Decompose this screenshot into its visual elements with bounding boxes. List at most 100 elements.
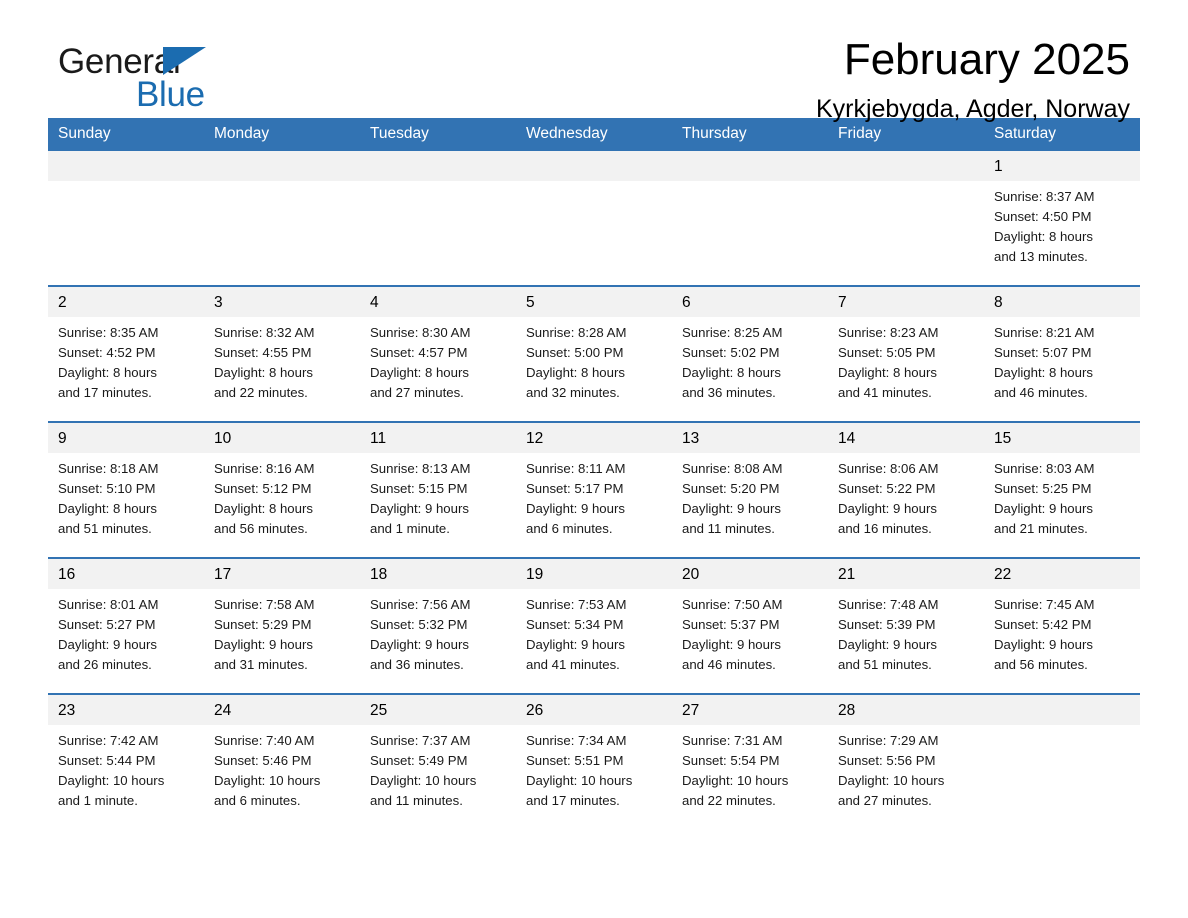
day-number: 25: [360, 695, 516, 725]
day-number: 13: [672, 423, 828, 453]
sunset-time: Sunset: 5:05 PM: [838, 345, 936, 360]
calendar-day-cell[interactable]: 7 Sunrise: 8:23 AM Sunset: 5:05 PM Daylight…: [828, 285, 984, 422]
daylight-duration-line2: and 36 minutes.: [682, 385, 776, 400]
sunrise-time: Sunrise: 7:34 AM: [526, 733, 627, 748]
daylight-duration-line2: and 11 minutes.: [370, 793, 463, 808]
weekday-header-sunday: Sunday: [48, 118, 204, 151]
calendar-day-cell[interactable]: 14 Sunrise: 8:06 AM Sunset: 5:22 PM Dayligh…: [828, 421, 984, 558]
generalblue-logo[interactable]: General Blue: [58, 42, 318, 122]
calendar-day-cell[interactable]: 13 Sunrise: 8:08 AM Sunset: 5:20 PM Dayligh…: [672, 421, 828, 558]
sunset-time: Sunset: 5:27 PM: [58, 617, 156, 632]
daylight-duration-line1: Daylight: 9 hours: [994, 637, 1093, 652]
sunrise-time: Sunrise: 7:50 AM: [682, 597, 783, 612]
calendar-day-cell-empty: [204, 151, 360, 286]
sunset-time: Sunset: 5:32 PM: [370, 617, 468, 632]
sunset-time: Sunset: 5:22 PM: [838, 481, 936, 496]
daylight-duration-line2: and 36 minutes.: [370, 657, 464, 672]
daylight-duration-line1: Daylight: 8 hours: [682, 365, 781, 380]
day-number: 16: [48, 559, 204, 589]
daylight-duration-line1: Daylight: 9 hours: [526, 501, 625, 516]
day-details: Sunrise: 8:06 AM Sunset: 5:22 PM Daylight:…: [828, 453, 984, 557]
calendar-day-cell-empty: [984, 693, 1140, 829]
page-subtitle: Kyrkjebygda, Agder, Norway: [815, 95, 1130, 123]
day-details: [828, 181, 984, 285]
day-number: 28: [828, 695, 984, 725]
day-number: 11: [360, 423, 516, 453]
calendar-day-cell[interactable]: 21 Sunrise: 7:48 AM Sunset: 5:39 PM Dayligh…: [828, 557, 984, 694]
sunset-time: Sunset: 5:12 PM: [214, 481, 312, 496]
daylight-duration-line2: and 17 minutes.: [526, 793, 620, 808]
day-number: 23: [48, 695, 204, 725]
day-details: Sunrise: 7:40 AM Sunset: 5:46 PM Daylight:…: [204, 725, 360, 829]
daylight-duration-line2: and 1 minute.: [58, 793, 138, 808]
sunset-time: Sunset: 5:15 PM: [370, 481, 468, 496]
logo-triangle-icon: [163, 47, 206, 75]
calendar-day-cell[interactable]: 26 Sunrise: 7:34 AM Sunset: 5:51 PM Dayligh…: [516, 693, 672, 829]
calendar-day-cell[interactable]: 16 Sunrise: 8:01 AM Sunset: 5:27 PM Dayligh…: [48, 557, 204, 694]
sunrise-time: Sunrise: 7:56 AM: [370, 597, 471, 612]
sunrise-time: Sunrise: 7:40 AM: [214, 733, 315, 748]
calendar-day-cell[interactable]: 2 Sunrise: 8:35 AM Sunset: 4:52 PM Daylight…: [48, 285, 204, 422]
calendar-day-cell[interactable]: 9 Sunrise: 8:18 AM Sunset: 5:10 PM Daylight…: [48, 421, 204, 558]
calendar-day-cell[interactable]: 3 Sunrise: 8:32 AM Sunset: 4:55 PM Daylight…: [204, 285, 360, 422]
day-details: Sunrise: 8:18 AM Sunset: 5:10 PM Daylight:…: [48, 453, 204, 557]
daylight-duration-line2: and 41 minutes.: [838, 385, 932, 400]
sunset-time: Sunset: 5:54 PM: [682, 753, 780, 768]
sunrise-time: Sunrise: 8:08 AM: [682, 461, 783, 476]
calendar-day-cell[interactable]: 6 Sunrise: 8:25 AM Sunset: 5:02 PM Daylight…: [672, 285, 828, 422]
sunrise-time: Sunrise: 8:16 AM: [214, 461, 315, 476]
day-details: Sunrise: 8:32 AM Sunset: 4:55 PM Daylight:…: [204, 317, 360, 421]
daylight-duration-line2: and 21 minutes.: [994, 521, 1088, 536]
calendar-day-cell[interactable]: 4 Sunrise: 8:30 AM Sunset: 4:57 PM Daylight…: [360, 285, 516, 422]
day-number: 15: [984, 423, 1140, 453]
daylight-duration-line1: Daylight: 9 hours: [838, 501, 937, 516]
day-details: Sunrise: 8:37 AM Sunset: 4:50 PM Daylight:…: [984, 181, 1140, 285]
calendar-day-cell[interactable]: 1 Sunrise: 8:37 AM Sunset: 4:50 PM Daylight…: [984, 151, 1140, 286]
sunrise-time: Sunrise: 8:23 AM: [838, 325, 939, 340]
calendar-day-cell[interactable]: 20 Sunrise: 7:50 AM Sunset: 5:37 PM Dayligh…: [672, 557, 828, 694]
calendar-day-cell[interactable]: 12 Sunrise: 8:11 AM Sunset: 5:17 PM Dayligh…: [516, 421, 672, 558]
day-details: Sunrise: 7:34 AM Sunset: 5:51 PM Daylight:…: [516, 725, 672, 829]
daylight-duration-line2: and 41 minutes.: [526, 657, 620, 672]
daylight-duration-line1: Daylight: 8 hours: [838, 365, 937, 380]
sunset-time: Sunset: 5:17 PM: [526, 481, 624, 496]
daylight-duration-line2: and 31 minutes.: [214, 657, 308, 672]
calendar-day-cell[interactable]: 10 Sunrise: 8:16 AM Sunset: 5:12 PM Dayligh…: [204, 421, 360, 558]
day-details: Sunrise: 8:16 AM Sunset: 5:12 PM Daylight:…: [204, 453, 360, 557]
daylight-duration-line2: and 27 minutes.: [838, 793, 932, 808]
day-number: 18: [360, 559, 516, 589]
calendar-day-cell[interactable]: 11 Sunrise: 8:13 AM Sunset: 5:15 PM Dayligh…: [360, 421, 516, 558]
logo-text-blue: Blue: [136, 75, 205, 114]
calendar-day-cell[interactable]: 24 Sunrise: 7:40 AM Sunset: 5:46 PM Dayligh…: [204, 693, 360, 829]
calendar-day-cell[interactable]: 27 Sunrise: 7:31 AM Sunset: 5:54 PM Dayligh…: [672, 693, 828, 829]
day-details: Sunrise: 7:50 AM Sunset: 5:37 PM Daylight:…: [672, 589, 828, 693]
calendar-day-cell[interactable]: 23 Sunrise: 7:42 AM Sunset: 5:44 PM Dayligh…: [48, 693, 204, 829]
daylight-duration-line2: and 13 minutes.: [994, 249, 1088, 264]
sunset-time: Sunset: 5:44 PM: [58, 753, 156, 768]
day-details: [672, 181, 828, 285]
day-number: 12: [516, 423, 672, 453]
daylight-duration-line1: Daylight: 8 hours: [58, 365, 157, 380]
day-details: Sunrise: 8:23 AM Sunset: 5:05 PM Daylight:…: [828, 317, 984, 421]
calendar-day-cell[interactable]: 19 Sunrise: 7:53 AM Sunset: 5:34 PM Dayligh…: [516, 557, 672, 694]
sunrise-time: Sunrise: 7:45 AM: [994, 597, 1095, 612]
calendar-day-cell[interactable]: 15 Sunrise: 8:03 AM Sunset: 5:25 PM Dayligh…: [984, 421, 1140, 558]
sunset-time: Sunset: 5:25 PM: [994, 481, 1092, 496]
day-details: Sunrise: 8:08 AM Sunset: 5:20 PM Daylight:…: [672, 453, 828, 557]
calendar-day-cell[interactable]: 8 Sunrise: 8:21 AM Sunset: 5:07 PM Daylight…: [984, 285, 1140, 422]
day-number: 1: [984, 151, 1140, 181]
daylight-duration-line1: Daylight: 10 hours: [838, 773, 945, 788]
calendar-day-cell[interactable]: 5 Sunrise: 8:28 AM Sunset: 5:00 PM Daylight…: [516, 285, 672, 422]
sunrise-time: Sunrise: 8:37 AM: [994, 189, 1095, 204]
calendar-day-cell[interactable]: 18 Sunrise: 7:56 AM Sunset: 5:32 PM Dayligh…: [360, 557, 516, 694]
calendar-day-cell-empty: [516, 151, 672, 286]
day-details: Sunrise: 8:30 AM Sunset: 4:57 PM Daylight:…: [360, 317, 516, 421]
day-number: 10: [204, 423, 360, 453]
calendar-day-cell[interactable]: 28 Sunrise: 7:29 AM Sunset: 5:56 PM Dayligh…: [828, 693, 984, 829]
day-details: Sunrise: 8:13 AM Sunset: 5:15 PM Daylight:…: [360, 453, 516, 557]
daylight-duration-line1: Daylight: 9 hours: [994, 501, 1093, 516]
calendar-day-cell[interactable]: 22 Sunrise: 7:45 AM Sunset: 5:42 PM Dayligh…: [984, 557, 1140, 694]
calendar-day-cell[interactable]: 25 Sunrise: 7:37 AM Sunset: 5:49 PM Dayligh…: [360, 693, 516, 829]
calendar-day-cell[interactable]: 17 Sunrise: 7:58 AM Sunset: 5:29 PM Dayligh…: [204, 557, 360, 694]
daylight-duration-line2: and 46 minutes.: [682, 657, 776, 672]
